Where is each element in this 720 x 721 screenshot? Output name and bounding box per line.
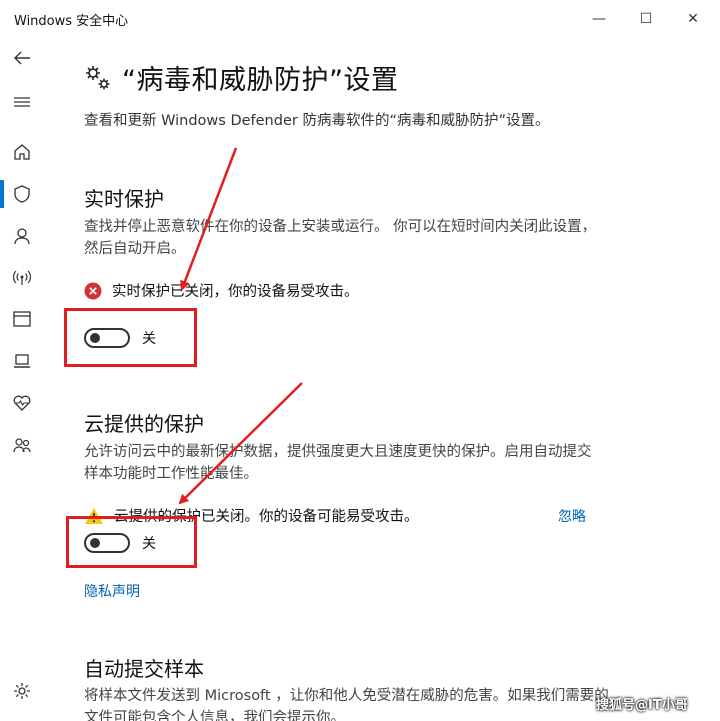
person-icon xyxy=(14,228,30,245)
dismiss-link[interactable]: 忽略 xyxy=(558,506,586,526)
sidebar-item-home[interactable] xyxy=(0,132,44,172)
main-content: “病毒和威胁防护”设置 查看和更新 Windows Defender 防病毒软件… xyxy=(84,38,704,721)
browser-window-icon xyxy=(13,311,31,327)
annotation-box-realtime xyxy=(64,308,197,367)
menu-button[interactable] xyxy=(0,82,44,122)
error-icon xyxy=(84,282,102,299)
realtime-section-title: 实时保护 xyxy=(84,187,164,211)
sidebar-nav xyxy=(0,38,44,721)
page-subtitle: 查看和更新 Windows Defender 防病毒软件的“病毒和威胁防护”设置… xyxy=(84,113,550,129)
realtime-status: 实时保护已关闭，你的设备易受攻击。 xyxy=(84,280,359,301)
watermark: 搜狐号@IT小哥 xyxy=(596,698,688,713)
back-arrow-icon xyxy=(14,51,30,65)
settings-gears-icon xyxy=(86,65,110,89)
close-icon: ✕ xyxy=(687,11,699,27)
sidebar-item-app-browser[interactable] xyxy=(0,299,44,339)
cloud-section-title: 云提供的保护 xyxy=(84,412,204,436)
page-header: “病毒和威胁防护”设置 xyxy=(84,58,398,97)
realtime-description: 查找并停止恶意软件在你的设备上安装或运行。 你可以在短时间内关闭此设置，然后自动… xyxy=(84,219,597,257)
heart-pulse-icon xyxy=(13,395,31,411)
gear-icon xyxy=(14,683,30,699)
app-title: Windows 安全中心 xyxy=(14,14,129,29)
sidebar-item-settings[interactable] xyxy=(0,671,44,711)
shield-icon xyxy=(14,185,30,203)
autosubmit-description: 将样本文件发送到 Microsoft ，让你和他人免受潜在威胁的危害。如果我们需… xyxy=(84,688,609,721)
wifi-antenna-icon xyxy=(12,270,32,285)
page-title: “病毒和威胁防护”设置 xyxy=(122,65,399,96)
cloud-description: 允许访问云中的最新保护数据，提供强度更大且速度更快的保护。启用自动提交样本功能时… xyxy=(84,444,592,482)
sidebar-item-account[interactable] xyxy=(0,216,44,256)
autosubmit-section-title: 自动提交样本 xyxy=(84,657,204,681)
laptop-icon xyxy=(14,354,30,368)
sidebar-item-family[interactable] xyxy=(0,425,44,465)
maximize-button[interactable]: ☐ xyxy=(623,4,669,34)
maximize-icon: ☐ xyxy=(639,11,653,27)
realtime-status-text: 实时保护已关闭，你的设备易受攻击。 xyxy=(112,284,359,300)
sidebar-item-virus-protection[interactable] xyxy=(0,174,44,214)
minimize-button[interactable]: — xyxy=(576,4,622,34)
hamburger-menu-icon xyxy=(14,97,30,107)
annotation-box-cloud xyxy=(66,516,197,568)
family-icon xyxy=(13,438,31,453)
privacy-statement-link[interactable]: 隐私声明 xyxy=(84,581,140,601)
minimize-icon: — xyxy=(592,11,606,27)
sidebar-item-firewall[interactable] xyxy=(0,257,44,297)
home-icon xyxy=(14,144,30,160)
sidebar-item-device-health[interactable] xyxy=(0,383,44,423)
sidebar-item-device-security[interactable] xyxy=(0,341,44,381)
close-button[interactable]: ✕ xyxy=(670,4,716,34)
title-bar: Windows 安全中心 — ☐ ✕ xyxy=(0,0,720,38)
back-button[interactable] xyxy=(0,38,44,78)
